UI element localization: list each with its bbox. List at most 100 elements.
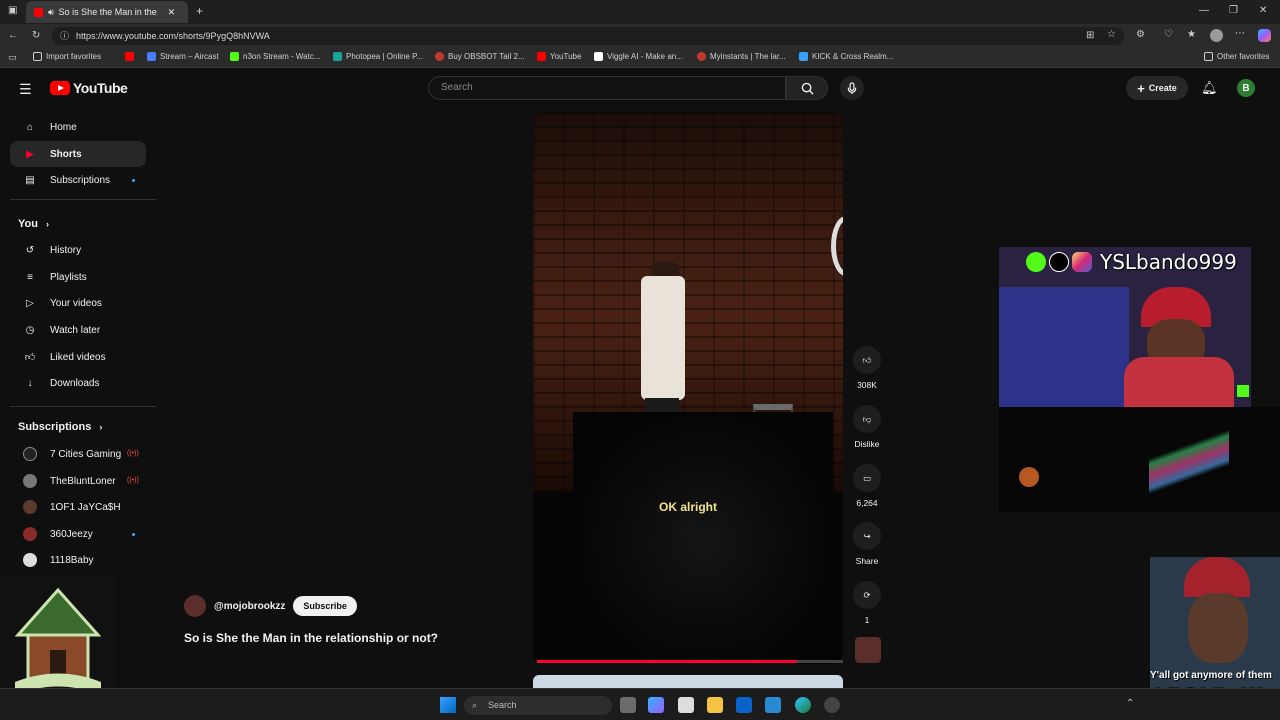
- favorite-myinstants[interactable]: Myinstants | The lar...: [697, 52, 786, 61]
- short-video-player[interactable]: OK alright: [533, 112, 843, 664]
- new-content-dot: [132, 179, 135, 182]
- voice-search-button[interactable]: [840, 76, 864, 100]
- create-button[interactable]: + Create: [1126, 76, 1188, 100]
- chevron-up-icon[interactable]: ⌃: [1126, 698, 1134, 709]
- youtube-favicon-icon: [125, 52, 134, 61]
- favorite-viggle[interactable]: Viggle AI - Make an...: [594, 52, 683, 61]
- sidebar-item-home[interactable]: ⌂ Home: [10, 114, 146, 140]
- url-text: https://www.youtube.com/shorts/9PygQ8hNV…: [76, 31, 270, 41]
- file-explorer-icon[interactable]: [707, 697, 723, 713]
- sidebar-item-liked-videos[interactable]: 👍︎ Liked videos: [10, 344, 146, 370]
- new-tab-icon[interactable]: +: [196, 4, 203, 18]
- close-tab-icon[interactable]: ✕: [168, 7, 176, 18]
- live-indicator-icon: ((•)): [127, 450, 139, 457]
- favorite-youtube[interactable]: YouTube: [537, 52, 581, 61]
- favorite-photopea[interactable]: Photopea | Online P...: [333, 52, 423, 61]
- like-count: 308K: [857, 380, 877, 390]
- sidebar-item-your-videos[interactable]: ▷ Your videos: [10, 290, 146, 316]
- video-progress-bar[interactable]: [537, 660, 843, 663]
- copilot-icon[interactable]: [1258, 29, 1271, 42]
- back-icon[interactable]: ←: [8, 30, 18, 41]
- favorites-bar: ▭ Import favorites Stream – Aircast n3on…: [0, 48, 1280, 68]
- folder-icon: [33, 52, 42, 61]
- browser-essentials-icon[interactable]: ♡: [1164, 29, 1173, 40]
- site-info-icon[interactable]: ⓘ: [60, 27, 69, 45]
- sidebar-subscription-item[interactable]: 360Jeezy: [10, 521, 146, 547]
- comedian-shirt: [641, 276, 685, 400]
- youtube-logo[interactable]: YouTube: [50, 80, 128, 96]
- short-title: So is She the Man in the relationship or…: [184, 631, 439, 645]
- collections-icon[interactable]: ▭: [8, 52, 17, 63]
- sidebar-item-history[interactable]: ↺ History: [10, 237, 146, 263]
- edge-icon[interactable]: [795, 697, 811, 713]
- comment-count: 6,264: [856, 498, 878, 508]
- obs-icon[interactable]: [824, 697, 840, 713]
- audience-silhouette: [573, 412, 833, 664]
- more-menu-icon[interactable]: ⋯: [1235, 28, 1245, 39]
- sound-thumbnail[interactable]: [855, 637, 881, 663]
- favorite-aircast[interactable]: Stream – Aircast: [147, 52, 219, 61]
- sidebar-you-header[interactable]: You ›: [18, 218, 49, 230]
- account-avatar[interactable]: B: [1237, 79, 1255, 97]
- sidebar-subscription-item[interactable]: 7 Cities Gaming: [10, 441, 146, 467]
- favorite-import[interactable]: Import favorites: [33, 52, 101, 61]
- sidebar-item-downloads[interactable]: ↓ Downloads: [10, 370, 146, 396]
- channel-avatar[interactable]: [184, 595, 206, 617]
- photos-icon[interactable]: [765, 697, 781, 713]
- minimize-icon[interactable]: —: [1199, 5, 1209, 16]
- dislike-button[interactable]: 👎︎ Dislike: [850, 405, 884, 449]
- favorite-n3on[interactable]: n3on Stream - Watc...: [230, 52, 321, 61]
- like-button[interactable]: 👍︎ 308K: [850, 346, 884, 390]
- sidebar-subscription-item[interactable]: TheBluntLoner: [10, 468, 146, 494]
- streamer-hoodie: [1124, 357, 1234, 407]
- your-videos-icon: ▷: [26, 297, 34, 309]
- share-icon: ↪: [863, 530, 871, 541]
- windows-start-icon[interactable]: [440, 697, 456, 713]
- extensions-icon[interactable]: ⚙: [1136, 29, 1145, 40]
- profile-icon[interactable]: [1210, 29, 1223, 42]
- favorite-obsbot[interactable]: Buy OBSBOT Tail 2...: [435, 52, 525, 61]
- sidebar-subscription-item[interactable]: 1OF1 JaYCa$H: [10, 494, 146, 520]
- notifications-bell-icon[interactable]: 🔔︎: [1201, 80, 1218, 96]
- outlook-icon[interactable]: [736, 697, 752, 713]
- shorts-icon: ▶: [26, 148, 34, 160]
- url-field[interactable]: ⓘ https://www.youtube.com/shorts/9PygQ8h…: [52, 27, 1124, 45]
- hamburger-menu-icon[interactable]: ☰: [19, 81, 32, 98]
- search-input[interactable]: Search: [428, 76, 786, 100]
- sidebar-item-subscriptions[interactable]: ▤ Subscriptions: [10, 167, 146, 193]
- taskbar-search[interactable]: ⌕ Search: [464, 696, 612, 715]
- favorite-youtube-short[interactable]: [125, 52, 134, 61]
- meme-face: [1188, 593, 1248, 663]
- copilot-taskbar-icon[interactable]: [648, 697, 664, 713]
- share-button[interactable]: ↪ Share: [850, 522, 884, 566]
- channel-handle[interactable]: @mojobrookzz: [214, 601, 285, 612]
- search-icon: [801, 82, 814, 95]
- comments-button[interactable]: ▭ 6,264: [850, 464, 884, 508]
- other-favorites[interactable]: Other favorites: [1204, 52, 1269, 61]
- channel-avatar: [23, 447, 37, 461]
- tab-actions-icon[interactable]: ▣: [8, 5, 17, 16]
- sidebar-item-watch-later[interactable]: ◷ Watch later: [10, 317, 146, 343]
- favorite-star-icon[interactable]: ☆: [1107, 29, 1116, 40]
- search-button[interactable]: [786, 76, 828, 100]
- maximize-icon[interactable]: ❐: [1229, 5, 1238, 16]
- store-icon[interactable]: [678, 697, 694, 713]
- folder-icon: [1204, 52, 1213, 61]
- task-view-icon[interactable]: [620, 697, 636, 713]
- remix-count: 1: [864, 615, 870, 625]
- close-window-icon[interactable]: ✕: [1259, 5, 1267, 16]
- browser-tab[interactable]: 🔊︎ So is She the Man in the relat ✕: [26, 1, 188, 23]
- favorite-kick-cross[interactable]: KICK & Cross Realm...: [799, 52, 893, 61]
- subscribe-button[interactable]: Subscribe: [293, 596, 357, 616]
- sidebar-item-shorts[interactable]: ▶ Shorts: [10, 141, 146, 167]
- remix-button[interactable]: ⟳ 1: [850, 581, 884, 625]
- clock-icon: ◷: [25, 324, 35, 336]
- app-available-icon[interactable]: ⊞: [1086, 30, 1094, 41]
- sidebar-item-playlists[interactable]: ≡ Playlists: [10, 264, 146, 290]
- refresh-icon[interactable]: ↻: [32, 30, 40, 41]
- favorites-icon[interactable]: ★: [1187, 29, 1196, 40]
- next-short-preview[interactable]: [533, 675, 843, 688]
- kick-favicon-icon: [230, 52, 239, 61]
- sidebar-subscriptions-header[interactable]: Subscriptions ›: [18, 421, 102, 433]
- speaker-icon[interactable]: 🔊︎: [48, 7, 54, 18]
